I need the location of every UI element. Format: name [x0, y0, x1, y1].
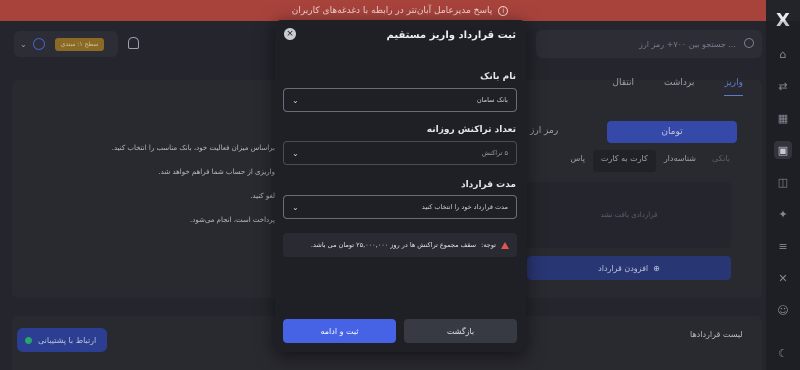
- note-prefix: توجه:: [481, 241, 496, 249]
- deposit-contract-modal: ثبت قرارداد واریز مستقیم × نام بانک ⌄ با…: [275, 20, 526, 352]
- note-text: سقف مجموع تراکنش ها در روز ۲۵,۰۰۰,۰۰۰ تو…: [310, 241, 477, 249]
- bank-value: بانک سامان: [476, 96, 508, 104]
- banner-text: پاسخ مدیرعامل آبان‌تتر در رابطه با دغدغه…: [291, 5, 493, 16]
- daily-value: ۵ تراکنش: [481, 149, 508, 157]
- bank-label: نام بانک: [480, 72, 516, 82]
- limit-note: سقف مجموع تراکنش ها در روز ۲۵,۰۰۰,۰۰۰ تو…: [283, 233, 517, 257]
- close-icon[interactable]: ×: [284, 28, 296, 40]
- modal-title: ثبت قرارداد واریز مستقیم: [386, 30, 516, 41]
- duration-select[interactable]: ⌄ مدت قرارداد خود را انتخاب کنید: [283, 195, 517, 219]
- daily-label: تعداد تراکنش روزانه: [426, 125, 516, 135]
- bank-select[interactable]: ⌄ بانک سامان: [283, 88, 517, 112]
- duration-label: مدت قرارداد: [460, 180, 516, 190]
- submit-button[interactable]: ثبت و ادامه: [283, 319, 396, 343]
- duration-placeholder: مدت قرارداد خود را انتخاب کنید: [421, 203, 508, 211]
- back-button[interactable]: بازگشت: [404, 319, 517, 343]
- announcement-banner[interactable]: i پاسخ مدیرعامل آبان‌تتر در رابطه با دغد…: [0, 0, 800, 21]
- warning-icon: [501, 241, 509, 249]
- chevron-down-icon: ⌄: [292, 95, 299, 105]
- daily-transactions-select[interactable]: ⌄ ۵ تراکنش: [283, 141, 517, 165]
- chevron-down-icon: ⌄: [292, 202, 299, 212]
- chevron-down-icon: ⌄: [292, 148, 299, 158]
- info-icon: i: [498, 5, 509, 16]
